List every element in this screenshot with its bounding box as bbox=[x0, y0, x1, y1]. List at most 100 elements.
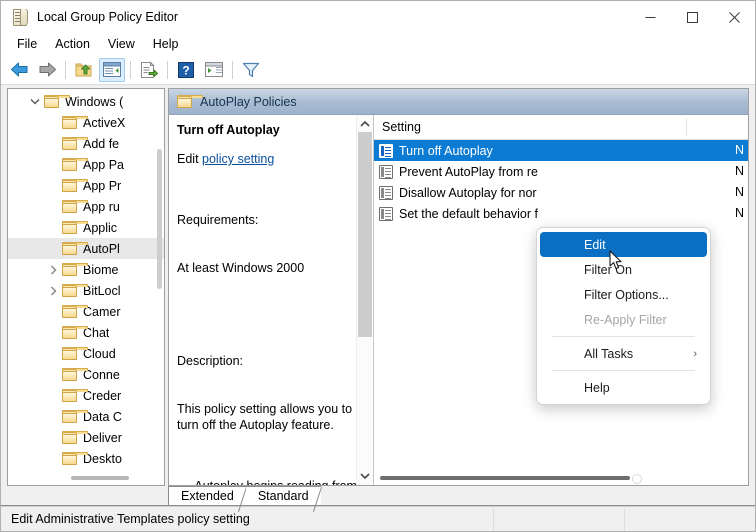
context-menu-all-tasks[interactable]: All Tasks › bbox=[540, 341, 707, 366]
forward-button[interactable] bbox=[34, 58, 60, 82]
status-bar-text: Edit Administrative Templates policy set… bbox=[11, 512, 250, 526]
tree-item[interactable]: Conne bbox=[8, 364, 164, 385]
back-button[interactable] bbox=[6, 58, 32, 82]
menu-view[interactable]: View bbox=[99, 35, 144, 53]
folder-icon bbox=[62, 157, 88, 172]
menu-file[interactable]: File bbox=[8, 35, 46, 53]
tree-item[interactable]: ActiveX bbox=[8, 112, 164, 133]
tree-item-label: Deliver bbox=[83, 430, 122, 445]
filter-button[interactable] bbox=[238, 58, 264, 82]
context-menu-filter-on[interactable]: Filter On bbox=[540, 257, 707, 282]
tree-item[interactable]: Chat bbox=[8, 322, 164, 343]
policy-setting-icon bbox=[379, 164, 393, 179]
tree-item-label: Biome bbox=[83, 262, 119, 277]
tree-item[interactable]: Cloud bbox=[8, 343, 164, 364]
menu-help[interactable]: Help bbox=[144, 35, 188, 53]
chevron-down-icon[interactable] bbox=[26, 91, 44, 112]
show-hide-action-pane-button[interactable] bbox=[201, 58, 227, 82]
tree-item[interactable]: Data C bbox=[8, 406, 164, 427]
menu-action[interactable]: Action bbox=[46, 35, 99, 53]
title-bar: Local Group Policy Editor bbox=[1, 1, 755, 33]
description-scroll-thumb[interactable] bbox=[358, 132, 372, 337]
tree-item[interactable]: Camer bbox=[8, 301, 164, 322]
tree-indent-spacer bbox=[44, 196, 62, 217]
up-one-level-button[interactable] bbox=[71, 58, 97, 82]
console-tree[interactable]: Windows (ActiveX Add fe App Pa App Pr App ru… bbox=[8, 89, 164, 471]
list-horizontal-scrollbar[interactable] bbox=[374, 471, 748, 485]
folder-icon bbox=[62, 388, 88, 403]
tree-item[interactable]: BitLocl bbox=[8, 280, 164, 301]
tree-vertical-scrollbar[interactable] bbox=[156, 149, 163, 289]
tab-extended[interactable]: Extended bbox=[168, 486, 246, 505]
console-tree-icon bbox=[103, 62, 121, 77]
view-tab-bar: Extended Standard bbox=[1, 486, 755, 506]
tree-item[interactable]: Applic bbox=[8, 217, 164, 238]
context-menu-help[interactable]: Help bbox=[540, 375, 707, 400]
tree-item[interactable]: Biome bbox=[8, 259, 164, 280]
tree-item-label: App Pr bbox=[83, 178, 122, 193]
scroll-up-icon[interactable] bbox=[357, 115, 373, 132]
scroll-down-icon[interactable] bbox=[357, 468, 373, 485]
folder-icon bbox=[62, 262, 88, 277]
tree-horizontal-scrollbar[interactable] bbox=[9, 471, 163, 484]
help-button[interactable]: ? bbox=[173, 58, 199, 82]
close-button[interactable] bbox=[713, 1, 755, 33]
tree-indent-spacer bbox=[44, 364, 62, 385]
folder-icon bbox=[62, 115, 88, 130]
tree-indent-spacer bbox=[44, 133, 62, 154]
tree-indent-spacer bbox=[44, 322, 62, 343]
show-hide-tree-button[interactable] bbox=[99, 57, 125, 82]
tree-item-label: App ru bbox=[83, 199, 120, 214]
context-menu-re-apply-filter: Re-Apply Filter bbox=[540, 307, 707, 332]
view-tabs[interactable]: Extended Standard bbox=[168, 486, 321, 506]
export-list-button[interactable] bbox=[136, 58, 162, 82]
settings-list-row[interactable]: Prevent AutoPlay from re N bbox=[374, 161, 748, 182]
chevron-right-icon[interactable] bbox=[44, 280, 62, 301]
policy-setting-link[interactable]: policy setting bbox=[202, 152, 274, 166]
filter-funnel-icon bbox=[242, 62, 260, 77]
description-scrollbar[interactable] bbox=[356, 115, 373, 485]
tree-item[interactable]: App ru bbox=[8, 196, 164, 217]
settings-row-state: N bbox=[734, 143, 744, 157]
tab-standard[interactable]: Standard bbox=[245, 486, 321, 505]
tree-item[interactable]: Creder bbox=[8, 385, 164, 406]
tree-indent-spacer bbox=[44, 238, 62, 259]
menu-bar: File Action View Help bbox=[1, 33, 755, 55]
column-divider[interactable] bbox=[686, 118, 687, 136]
tree-item[interactable]: Deliver bbox=[8, 427, 164, 448]
chevron-right-icon[interactable] bbox=[44, 259, 62, 280]
settings-list-row[interactable]: Disallow Autoplay for nor N bbox=[374, 182, 748, 203]
folder-icon bbox=[62, 409, 88, 424]
tree-hscrollbar-thumb[interactable] bbox=[71, 476, 129, 480]
settings-list-row[interactable]: Set the default behavior f N bbox=[374, 203, 748, 224]
tree-indent-spacer bbox=[44, 154, 62, 175]
tree-scrollbar-thumb[interactable] bbox=[157, 149, 162, 289]
folder-icon bbox=[62, 325, 88, 340]
tree-item[interactable]: AutoPl bbox=[8, 238, 164, 259]
column-header-setting[interactable]: Setting bbox=[374, 120, 421, 134]
tree-item[interactable]: Add fe bbox=[8, 133, 164, 154]
context-menu-edit[interactable]: Edit bbox=[540, 232, 707, 257]
maximize-button[interactable] bbox=[671, 1, 713, 33]
settings-list-row[interactable]: Turn off Autoplay N bbox=[374, 140, 748, 161]
description-line1: This policy setting allows you to turn o… bbox=[177, 402, 356, 432]
folder-icon bbox=[62, 346, 88, 361]
tree-item[interactable]: Deskto bbox=[8, 448, 164, 469]
window-controls bbox=[629, 1, 755, 33]
context-menu-item-label: Edit bbox=[584, 237, 606, 252]
description-scroll-track[interactable] bbox=[357, 132, 373, 468]
context-menu-filter-options[interactable]: Filter Options... bbox=[540, 282, 707, 307]
toolbar: ? bbox=[1, 55, 755, 85]
policy-editor-icon bbox=[10, 7, 30, 27]
tree-item[interactable]: Windows ( bbox=[8, 91, 164, 112]
requirements-value: At least Windows 2000 bbox=[177, 261, 305, 275]
context-menu[interactable]: Edit Filter On Filter Options... Re-Apply F… bbox=[536, 227, 711, 405]
action-pane-icon bbox=[205, 62, 223, 77]
folder-icon bbox=[62, 283, 88, 298]
tree-item[interactable]: App Pa bbox=[8, 154, 164, 175]
minimize-button[interactable] bbox=[629, 1, 671, 33]
description-label: Description: bbox=[177, 354, 243, 368]
tab-label: Extended bbox=[181, 489, 234, 503]
tree-item[interactable]: App Pr bbox=[8, 175, 164, 196]
list-hscrollbar-thumb[interactable] bbox=[380, 476, 630, 480]
